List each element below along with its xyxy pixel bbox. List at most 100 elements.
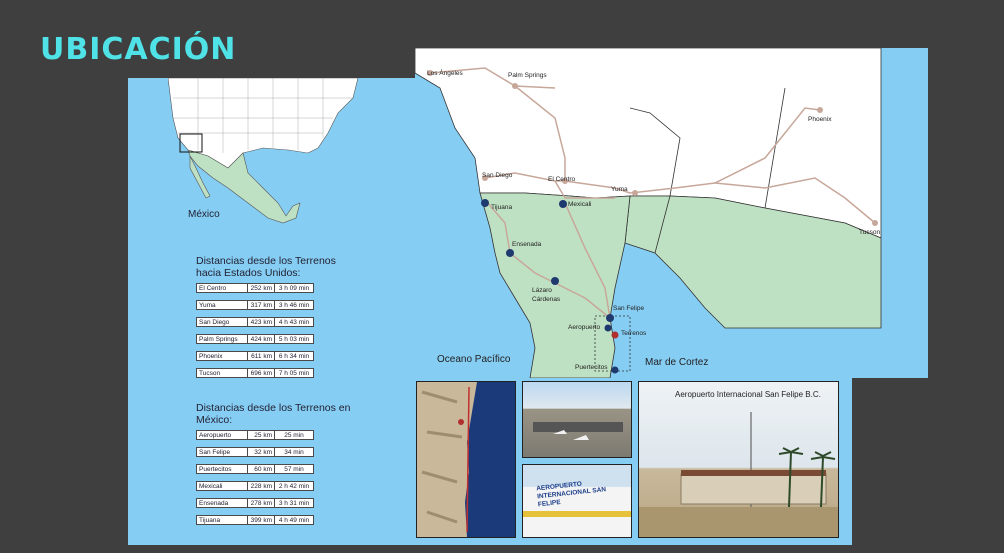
table-row: Tucson 696 km 7 h 05 min bbox=[196, 368, 314, 378]
city-marker-puertecitos bbox=[611, 366, 619, 374]
km-cell: 611 km bbox=[247, 351, 275, 361]
place-cell: Yuma bbox=[196, 300, 248, 310]
time-cell: 4 h 43 min bbox=[274, 317, 314, 327]
terminal-building bbox=[680, 473, 827, 505]
table-row: Mexicali 228 km 2 h 42 min bbox=[196, 481, 314, 491]
mx-distances-heading: Distancias desde los Terrenos en México: bbox=[196, 402, 351, 426]
place-cell: Aeropuerto bbox=[196, 430, 248, 440]
north-america-overview-map bbox=[168, 78, 359, 224]
label-yuma: Yuma bbox=[611, 186, 628, 193]
label-tucson: Tucson bbox=[859, 229, 881, 236]
time-cell: 7 h 05 min bbox=[274, 368, 314, 378]
city-marker-san-felipe bbox=[606, 314, 614, 322]
label-pacific-ocean: Oceano Pacífico bbox=[437, 354, 511, 365]
km-cell: 424 km bbox=[247, 334, 275, 344]
label-san-felipe: San Felipe bbox=[613, 305, 645, 312]
airport-runway-photo bbox=[522, 381, 632, 458]
time-cell: 6 h 34 min bbox=[274, 351, 314, 361]
regional-map-svg bbox=[415, 48, 882, 378]
city-marker-yuma bbox=[632, 190, 638, 196]
table-row: Phoenix 611 km 6 h 34 min bbox=[196, 351, 314, 361]
place-cell: Ensenada bbox=[196, 498, 248, 508]
time-cell: 3 h 09 min bbox=[274, 283, 314, 293]
table-row: San Felipe 32 km 34 min bbox=[196, 447, 314, 457]
city-marker-tucson bbox=[872, 220, 878, 226]
table-row: Aeropuerto 25 km 25 min bbox=[196, 430, 314, 440]
time-cell: 4 h 49 min bbox=[274, 515, 314, 525]
table-row: Tijuana 399 km 4 h 49 min bbox=[196, 515, 314, 525]
terminal-ground bbox=[639, 507, 838, 537]
time-cell: 2 h 42 min bbox=[274, 481, 314, 491]
place-cell: Tucson bbox=[196, 368, 248, 378]
label-mexicali: Mexicali bbox=[568, 201, 592, 208]
distances-panel: México Distancias desde los Terrenos hac… bbox=[128, 78, 416, 545]
city-marker-lazaro-cardenas bbox=[551, 277, 559, 285]
km-cell: 228 km bbox=[247, 481, 275, 491]
km-cell: 60 km bbox=[247, 464, 275, 474]
airport-terminal-title: Aeropuerto Internacional San Felipe B.C. bbox=[675, 390, 821, 399]
time-cell: 3 h 31 min bbox=[274, 498, 314, 508]
place-cell: Phoenix bbox=[196, 351, 248, 361]
terminal-roof bbox=[681, 470, 826, 476]
table-row: Palm Springs 424 km 5 h 03 min bbox=[196, 334, 314, 344]
us-distances-table: El Centro 252 km 3 h 09 min Yuma 317 km 3 h 4… bbox=[196, 283, 314, 378]
place-cell: El Centro bbox=[196, 283, 248, 293]
label-ensenada: Ensenada bbox=[512, 241, 542, 248]
city-marker-palm-springs bbox=[512, 83, 518, 89]
table-row: San Diego 423 km 4 h 43 min bbox=[196, 317, 314, 327]
city-marker-ensenada bbox=[506, 249, 514, 257]
km-cell: 278 km bbox=[247, 498, 275, 508]
airport-terminal-photo: Aeropuerto Internacional San Felipe B.C. bbox=[638, 381, 839, 538]
place-cell: Mexicali bbox=[196, 481, 248, 491]
km-cell: 423 km bbox=[247, 317, 275, 327]
label-terrenos: Terrenos bbox=[621, 330, 647, 337]
label-puertecitos: Puertecitos bbox=[575, 364, 608, 371]
km-cell: 25 km bbox=[247, 430, 275, 440]
place-cell: San Diego bbox=[196, 317, 248, 327]
airplane-2 bbox=[573, 435, 589, 440]
mexico-label: México bbox=[188, 209, 220, 220]
label-san-diego: San Diego bbox=[482, 172, 513, 179]
satellite-marker bbox=[458, 419, 464, 425]
km-cell: 32 km bbox=[247, 447, 275, 457]
photo-strip: AEROPUERTO INTERNACIONAL SAN FELIPE Aero… bbox=[415, 378, 852, 545]
mx-distances-table: Aeropuerto 25 km 25 min San Felipe 32 km 34 m… bbox=[196, 430, 314, 525]
label-phoenix: Phoenix bbox=[808, 116, 832, 123]
city-marker-tijuana bbox=[481, 199, 489, 207]
km-cell: 399 km bbox=[247, 515, 275, 525]
regional-map: Los Ángeles Palm Springs Phoenix San Die… bbox=[415, 48, 928, 378]
label-los-angeles: Los Ángeles bbox=[427, 70, 463, 77]
slide-title: UBICACIÓN bbox=[40, 32, 237, 67]
label-sea-of-cortez: Mar de Cortez bbox=[645, 357, 709, 368]
table-row: Puertecitos 60 km 57 min bbox=[196, 464, 314, 474]
city-marker-aeropuerto bbox=[604, 324, 612, 332]
label-el-centro: El Centro bbox=[548, 176, 576, 183]
terrenos-marker bbox=[611, 331, 619, 339]
place-cell: Palm Springs bbox=[196, 334, 248, 344]
table-row: Ensenada 278 km 3 h 31 min bbox=[196, 498, 314, 508]
airport-sign-text: AEROPUERTO INTERNACIONAL SAN FELIPE bbox=[535, 480, 607, 509]
time-cell: 57 min bbox=[274, 464, 314, 474]
airport-sign-stripe bbox=[523, 511, 631, 517]
time-cell: 5 h 03 min bbox=[274, 334, 314, 344]
time-cell: 25 min bbox=[274, 430, 314, 440]
label-aeropuerto: Aeropuerto bbox=[568, 324, 601, 331]
km-cell: 696 km bbox=[247, 368, 275, 378]
airport-sign-photo: AEROPUERTO INTERNACIONAL SAN FELIPE bbox=[522, 464, 632, 538]
km-cell: 317 km bbox=[247, 300, 275, 310]
time-cell: 3 h 46 min bbox=[274, 300, 314, 310]
satellite-photo bbox=[416, 381, 516, 538]
table-row: Yuma 317 km 3 h 46 min bbox=[196, 300, 314, 310]
label-palm-springs: Palm Springs bbox=[508, 72, 547, 79]
city-marker-phoenix bbox=[817, 107, 823, 113]
place-cell: San Felipe bbox=[196, 447, 248, 457]
time-cell: 34 min bbox=[274, 447, 314, 457]
place-cell: Tijuana bbox=[196, 515, 248, 525]
table-row: El Centro 252 km 3 h 09 min bbox=[196, 283, 314, 293]
city-marker-mexicali bbox=[559, 200, 567, 208]
us-distances-heading: Distancias desde los Terrenos hacia Esta… bbox=[196, 255, 336, 279]
label-lazaro-cardenas: Lázaro Cárdenas bbox=[532, 287, 561, 303]
runway bbox=[533, 422, 623, 432]
km-cell: 252 km bbox=[247, 283, 275, 293]
label-tijuana: Tijuana bbox=[491, 204, 513, 211]
